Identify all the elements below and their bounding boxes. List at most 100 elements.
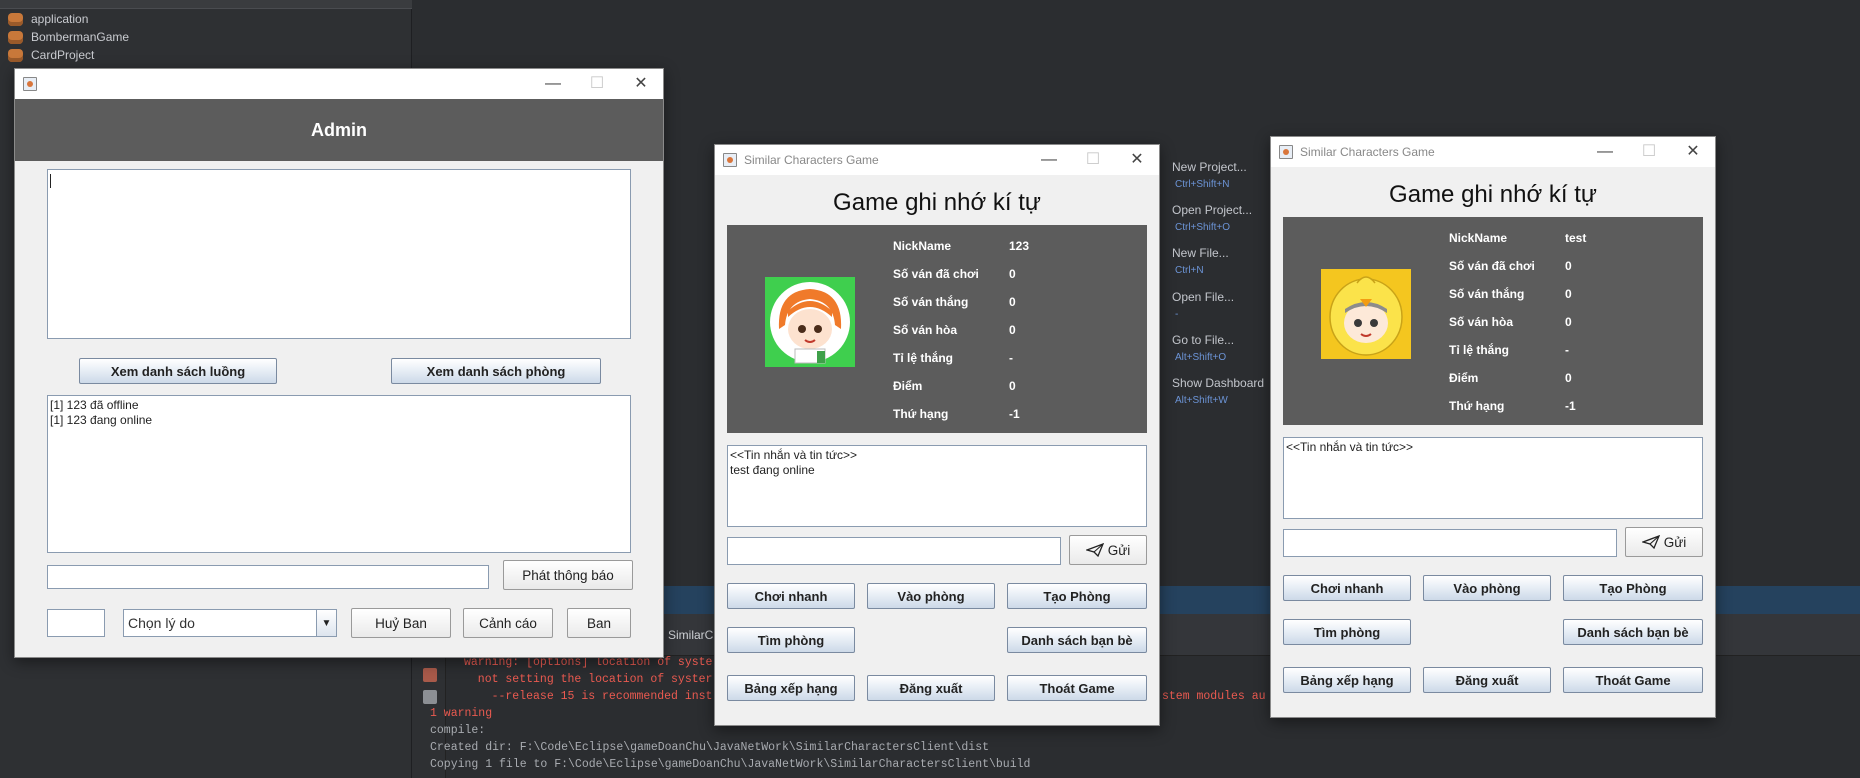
friend-list-button[interactable]: Danh sách bạn bè — [1563, 619, 1703, 645]
chat-input[interactable] — [1283, 529, 1617, 557]
send-button[interactable]: Gửi — [1069, 535, 1147, 565]
stat-label: Số ván hòa — [893, 323, 958, 337]
close-icon[interactable]: ✕ — [1671, 137, 1715, 167]
dropdown-arrow-icon[interactable]: ▼ — [316, 610, 336, 636]
minimize-icon[interactable]: — — [1027, 145, 1071, 175]
welcome-shortcut: Ctrl+Shift+N — [1175, 179, 1230, 190]
logout-button[interactable]: Đăng xuất — [1423, 667, 1551, 693]
admin-window: — ☐ ✕ Admin Xem danh sách luồng Xem danh… — [14, 68, 664, 658]
project-item[interactable]: BombermanGame — [8, 28, 129, 46]
create-room-button[interactable]: Tạo Phòng — [1563, 575, 1703, 601]
admin-output-area[interactable] — [47, 169, 631, 339]
maximize-icon[interactable]: ☐ — [1071, 145, 1115, 175]
unban-button[interactable]: Huỷ Ban — [351, 608, 451, 638]
find-room-button[interactable]: Tìm phòng — [1283, 619, 1411, 645]
stat-label: Số ván đã chơi — [893, 267, 979, 281]
ban-button[interactable]: Ban — [567, 608, 631, 638]
stop-icon[interactable] — [423, 668, 437, 682]
player-info-panel: NickName 123 Số ván đã chơi 0 Số ván thắ… — [727, 225, 1147, 433]
stat-value: - — [1009, 351, 1013, 365]
settings-tool-icon[interactable] — [423, 690, 437, 704]
welcome-shortcut: Alt+Shift+W — [1175, 395, 1228, 406]
warn-button[interactable]: Cảnh cáo — [463, 608, 553, 638]
admin-titlebar: — ☐ ✕ — [15, 69, 663, 99]
player-id-input[interactable] — [47, 609, 105, 637]
console-line: 1 warning — [430, 707, 493, 720]
text-caret — [50, 174, 51, 188]
player-avatar — [1321, 269, 1411, 359]
stat-label: Thứ hạng — [893, 407, 949, 421]
exit-game-button[interactable]: Thoát Game — [1563, 667, 1703, 693]
send-button[interactable]: Gửi — [1625, 527, 1703, 557]
stat-label: Số ván thắng — [1449, 287, 1525, 301]
create-room-button[interactable]: Tạo Phòng — [1007, 583, 1147, 609]
welcome-open-project[interactable]: Open Project... — [1172, 203, 1252, 217]
quick-play-button[interactable]: Chơi nhanh — [1283, 575, 1411, 601]
send-label: Gửi — [1663, 534, 1687, 550]
output-tab[interactable]: SimilarCh — [660, 620, 720, 650]
project-item[interactable]: CardProject — [8, 46, 94, 64]
welcome-shortcut: - — [1175, 309, 1179, 320]
broadcast-input[interactable] — [47, 565, 489, 589]
view-rooms-button[interactable]: Xem danh sách phòng — [391, 358, 601, 384]
welcome-open-file[interactable]: Open File... — [1172, 290, 1234, 304]
avatar-chick-costume-icon — [1329, 276, 1403, 356]
quick-play-button[interactable]: Chơi nhanh — [727, 583, 855, 609]
stat-label: Điểm — [1449, 371, 1479, 385]
player-avatar — [765, 277, 855, 367]
welcome-show-dashboard[interactable]: Show Dashboard — [1172, 376, 1264, 390]
chat-area[interactable]: <<Tin nhắn và tin tức>> test đang online — [727, 445, 1147, 527]
join-room-button[interactable]: Vào phòng — [1423, 575, 1551, 601]
close-icon[interactable]: ✕ — [619, 69, 663, 99]
minimize-icon[interactable]: — — [531, 69, 575, 99]
welcome-shortcut: Alt+Shift+O — [1175, 352, 1227, 363]
java-icon — [723, 153, 737, 167]
maximize-icon[interactable]: ☐ — [1627, 137, 1671, 167]
stat-value: 0 — [1565, 259, 1572, 273]
broadcast-button[interactable]: Phát thông báo — [503, 560, 633, 590]
exit-game-button[interactable]: Thoát Game — [1007, 675, 1147, 701]
admin-header: Admin — [15, 99, 663, 161]
chat-area[interactable]: <<Tin nhắn và tin tức>> — [1283, 437, 1703, 519]
chat-input[interactable] — [727, 537, 1061, 565]
admin-log-area[interactable]: [1] 123 đã offline [1] 123 đang online — [47, 395, 631, 553]
stat-label: Số ván đã chơi — [1449, 259, 1535, 273]
friend-list-button[interactable]: Danh sách bạn bè — [1007, 627, 1147, 653]
welcome-new-project[interactable]: New Project... — [1172, 160, 1247, 174]
log-line: [1] 123 đã offline — [50, 398, 139, 412]
welcome-new-file[interactable]: New File... — [1172, 246, 1229, 260]
leaderboard-button[interactable]: Bảng xếp hạng — [1283, 667, 1411, 693]
welcome-shortcut: Ctrl+N — [1175, 265, 1204, 276]
java-icon — [23, 77, 37, 91]
close-icon[interactable]: ✕ — [1115, 145, 1159, 175]
stat-label: NickName — [893, 239, 952, 253]
project-label: BombermanGame — [31, 30, 130, 44]
stat-label: Số ván thắng — [893, 295, 969, 309]
view-threads-button[interactable]: Xem danh sách luồng — [79, 358, 277, 384]
stat-value: -1 — [1009, 407, 1020, 421]
console-line: compile: — [430, 724, 486, 737]
stat-label: Điểm — [893, 379, 923, 393]
stat-label: Thứ hạng — [1449, 399, 1505, 413]
coffee-cup-project-icon — [8, 30, 23, 44]
logout-button[interactable]: Đăng xuất — [867, 675, 995, 701]
maximize-icon[interactable]: ☐ — [575, 69, 619, 99]
send-label: Gửi — [1107, 542, 1131, 558]
java-icon — [1279, 145, 1293, 159]
join-room-button[interactable]: Vào phòng — [867, 583, 995, 609]
game-title: Game ghi nhớ kí tự — [1389, 181, 1597, 208]
console-line-tail: stem modules au — [1162, 690, 1266, 703]
client1-titlebar: Similar Characters Game — ☐ ✕ — [715, 145, 1159, 175]
minimize-icon[interactable]: — — [1583, 137, 1627, 167]
reason-select[interactable]: Chọn lý do ▼ — [123, 609, 337, 637]
coffee-cup-project-icon — [8, 48, 23, 62]
stat-value: 0 — [1009, 323, 1016, 337]
welcome-goto-file[interactable]: Go to File... — [1172, 333, 1234, 347]
client2-titlebar: Similar Characters Game — ☐ ✕ — [1271, 137, 1715, 167]
find-room-button[interactable]: Tìm phòng — [727, 627, 855, 653]
console-line: --release 15 is recommended inst — [464, 690, 713, 703]
window-title: Similar Characters Game — [744, 153, 879, 167]
leaderboard-button[interactable]: Bảng xếp hạng — [727, 675, 855, 701]
stat-value: 0 — [1565, 287, 1572, 301]
project-item[interactable]: application — [8, 10, 88, 28]
